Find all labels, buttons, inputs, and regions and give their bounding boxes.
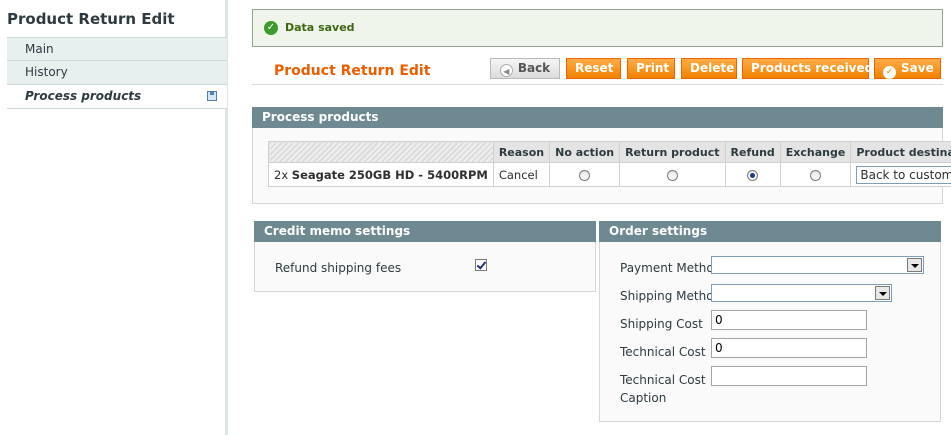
technical-cost-caption-label-line2: Caption xyxy=(620,391,667,405)
product-name: Seagate 250GB HD - 5400RPM xyxy=(291,167,488,182)
exchange-radio[interactable] xyxy=(810,169,822,181)
destination-cell: Back to customer xyxy=(850,162,951,187)
product-destination-select[interactable]: Back to customer xyxy=(856,165,951,184)
arrow-left-icon: ◀ xyxy=(499,64,513,77)
return-product-radio[interactable] xyxy=(666,169,678,181)
payment-method-select[interactable] xyxy=(711,256,924,274)
column-header-return-product: Return product xyxy=(619,141,726,163)
changed-indicator-icon xyxy=(207,91,217,101)
column-header-exchange: Exchange xyxy=(779,141,852,163)
column-header-product-destination: Product destination xyxy=(850,141,951,163)
chevron-down-icon xyxy=(907,258,922,272)
sidebar: Product Return Edit Main History Process… xyxy=(0,0,228,435)
technical-cost-caption-label: Technical Cost Caption xyxy=(620,373,706,405)
shipping-cost-label: Shipping Cost xyxy=(620,317,703,331)
heading-divider xyxy=(252,84,943,85)
table-header-row: Reason No action Return product Refund E… xyxy=(268,141,951,163)
column-header-refund: Refund xyxy=(724,141,781,163)
shipping-method-label: Shipping Method xyxy=(620,289,722,303)
refund-cell xyxy=(724,162,781,187)
technical-cost-caption-label-line1: Technical Cost xyxy=(620,373,706,387)
table-row: 2x Seagate 250GB HD - 5400RPM Cancel Bac… xyxy=(268,162,951,187)
refund-shipping-checkbox[interactable] xyxy=(475,259,487,271)
credit-memo-header: Credit memo settings xyxy=(254,221,596,242)
product-qty: 2x xyxy=(274,167,289,182)
sidebar-item-label: History xyxy=(25,65,68,79)
success-message: ✓ Data saved xyxy=(252,9,943,47)
reset-button[interactable]: Reset xyxy=(566,58,621,79)
product-destination-value: Back to customer xyxy=(860,167,951,182)
return-product-cell xyxy=(619,162,726,187)
shipping-method-select[interactable] xyxy=(711,284,892,302)
sidebar-item-process-products[interactable]: Process products xyxy=(7,85,227,109)
check-icon: ✓ xyxy=(883,66,896,79)
product-cell: 2x Seagate 250GB HD - 5400RPM xyxy=(268,162,494,187)
print-button[interactable]: Print xyxy=(627,58,675,79)
products-table: Reason No action Return product Refund E… xyxy=(268,141,951,187)
sidebar-title: Product Return Edit xyxy=(7,10,175,28)
exchange-cell xyxy=(779,162,852,187)
refund-radio[interactable] xyxy=(747,169,759,181)
sidebar-item-label: Main xyxy=(25,42,54,56)
column-header-product xyxy=(268,141,494,163)
sidebar-item-history[interactable]: History xyxy=(7,61,227,85)
back-button[interactable]: ◀ Back xyxy=(490,58,560,79)
success-message-text: Data saved xyxy=(285,21,355,34)
order-settings-header: Order settings xyxy=(599,221,941,242)
column-header-no-action: No action xyxy=(549,141,621,163)
no-action-radio[interactable] xyxy=(579,169,591,181)
page-title: Product Return Edit xyxy=(274,63,431,79)
success-check-icon: ✓ xyxy=(264,21,278,35)
shipping-cost-input[interactable]: 0 xyxy=(711,310,867,330)
technical-cost-input[interactable]: 0 xyxy=(711,338,867,358)
refund-shipping-label: Refund shipping fees xyxy=(275,261,402,275)
products-received-button[interactable]: Products received xyxy=(742,58,873,79)
payment-method-label: Payment Method xyxy=(620,261,722,275)
no-action-cell xyxy=(549,162,621,187)
technical-cost-label: Technical Cost xyxy=(620,345,706,359)
save-button-label: Save xyxy=(901,61,934,75)
delete-button[interactable]: Delete xyxy=(681,58,737,79)
column-header-reason: Reason xyxy=(492,141,551,163)
reason-cell: Cancel xyxy=(492,162,551,187)
technical-cost-caption-input[interactable] xyxy=(711,366,867,386)
sidebar-item-label: Process products xyxy=(25,89,142,103)
sidebar-item-main[interactable]: Main xyxy=(7,37,227,61)
process-products-header: Process products xyxy=(252,107,943,128)
chevron-down-icon xyxy=(875,286,890,300)
save-button[interactable]: ✓ Save xyxy=(874,58,941,79)
back-button-label: Back xyxy=(517,61,551,75)
